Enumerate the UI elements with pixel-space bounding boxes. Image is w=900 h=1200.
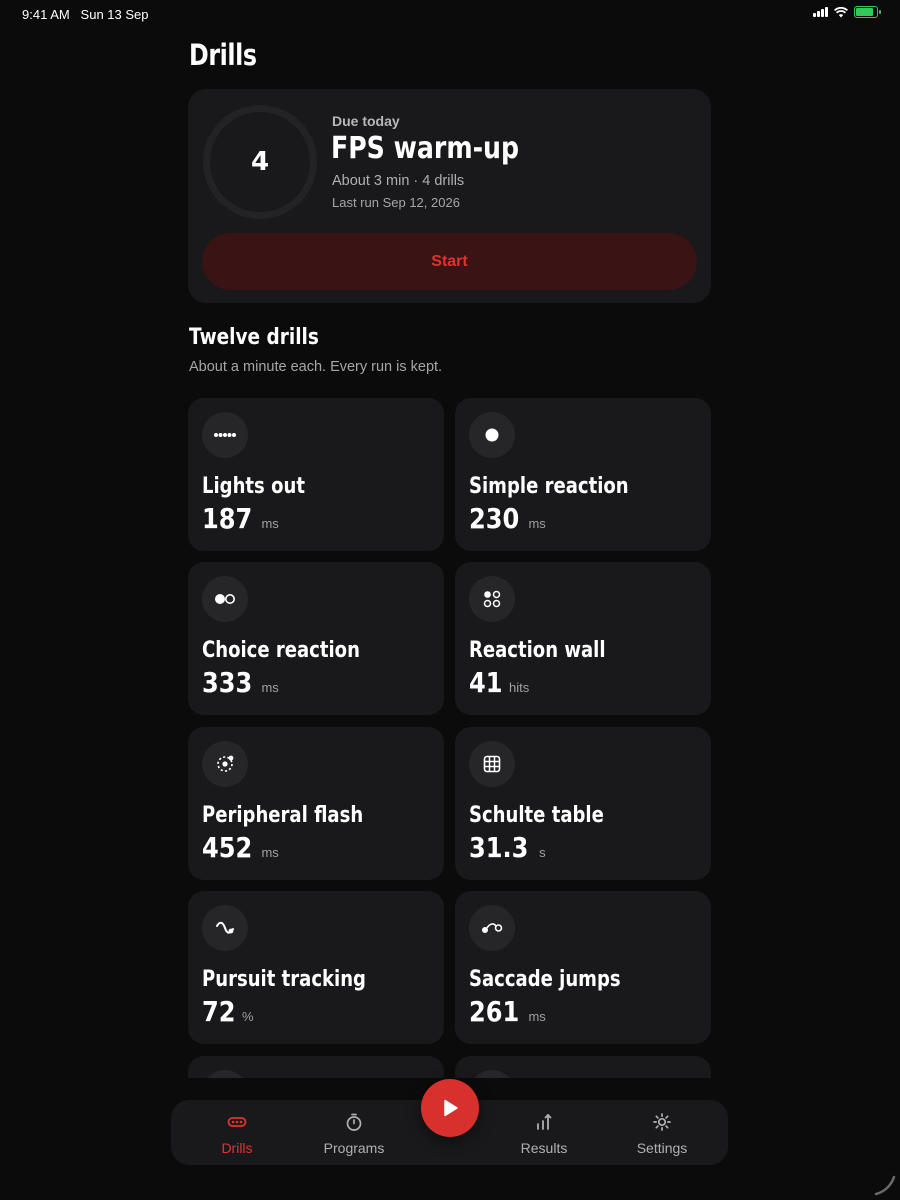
status-time: 9:41 AM Sun 13 Sep xyxy=(22,7,149,22)
drill-unit: s xyxy=(539,845,546,860)
drill-name: Saccade jumps xyxy=(469,967,621,992)
drill-name: Schulte table xyxy=(469,803,604,828)
drill-icon-partial xyxy=(202,1070,248,1078)
drill-card-simple-reaction[interactable]: Simple reaction 230 ms xyxy=(455,398,711,551)
drill-unit: ms xyxy=(261,680,279,695)
peripheral-icon xyxy=(202,741,248,787)
drill-value: 230 xyxy=(469,502,520,535)
drill-name: Lights out xyxy=(202,474,305,499)
play-icon xyxy=(444,1099,458,1117)
drill-unit: ms xyxy=(261,516,279,531)
due-progress-ring: 4 xyxy=(203,105,317,219)
battery-charging-icon xyxy=(854,6,881,18)
drill-name: Simple reaction xyxy=(469,474,629,499)
wave-icon xyxy=(202,905,248,951)
tab-label: Drills xyxy=(221,1140,253,1156)
stopwatch-icon xyxy=(346,1113,362,1131)
drill-value: 187 xyxy=(202,502,253,535)
drill-value: 333 xyxy=(202,666,253,699)
drill-stat: 72 % xyxy=(202,995,254,1028)
drill-stat: 31.3 s xyxy=(469,831,546,864)
drill-unit: hits xyxy=(508,680,530,695)
four-dots-icon xyxy=(469,576,515,622)
due-meta: About 3 min · 4 drills xyxy=(332,173,465,189)
signal-icon xyxy=(813,7,828,17)
play-button[interactable] xyxy=(421,1079,479,1137)
tab-drills[interactable]: Drills xyxy=(182,1100,292,1165)
drill-stat: 452 ms xyxy=(202,831,279,864)
drill-value: 31.3 xyxy=(469,831,529,864)
drill-card-schulte-table[interactable]: Schulte table 31.3 s xyxy=(455,727,711,880)
drill-stat: 333 ms xyxy=(202,666,279,699)
scroll-corner-indicator xyxy=(874,1175,896,1196)
drill-unit: ms xyxy=(261,845,279,860)
drill-name: Reaction wall xyxy=(469,638,606,663)
drill-unit: ms xyxy=(528,1009,546,1024)
drill-card-choice-reaction[interactable]: Choice reaction 333 ms xyxy=(188,562,444,715)
drill-unit: % xyxy=(241,1009,254,1024)
due-program-title: FPS warm-up xyxy=(331,131,520,166)
drill-card-partial[interactable] xyxy=(455,1056,711,1078)
drill-card-partial[interactable] xyxy=(188,1056,444,1078)
tab-label: Programs xyxy=(323,1140,385,1156)
section-subtitle: About a minute each. Every run is kept. xyxy=(189,359,443,375)
drill-card-peripheral-flash[interactable]: Peripheral flash 452 ms xyxy=(188,727,444,880)
tab-results[interactable]: Results xyxy=(489,1100,599,1165)
drill-stat: 261 ms xyxy=(469,995,546,1028)
grid-icon xyxy=(469,741,515,787)
drill-grid[interactable]: Lights out 187 ms Simple reaction 230 ms… xyxy=(188,398,712,1078)
tab-programs[interactable]: Programs xyxy=(299,1100,409,1165)
status-bar: 9:41 AM Sun 13 Sep xyxy=(0,0,900,30)
drill-name: Peripheral flash xyxy=(202,803,364,828)
due-drill-count: 4 xyxy=(250,147,270,177)
drill-value: 452 xyxy=(202,831,253,864)
tab-settings[interactable]: Settings xyxy=(607,1100,717,1165)
drill-icon-partial xyxy=(469,1070,515,1078)
dot-icon xyxy=(469,412,515,458)
drill-value: 261 xyxy=(469,995,520,1028)
drill-unit: ms xyxy=(528,516,546,531)
drill-card-lights-out[interactable]: Lights out 187 ms xyxy=(188,398,444,551)
two-dots-icon xyxy=(202,576,248,622)
drill-stat: 187 ms xyxy=(202,502,279,535)
lights-row-icon xyxy=(202,412,248,458)
tab-label: Settings xyxy=(636,1140,688,1156)
drill-name: Choice reaction xyxy=(202,638,360,663)
due-today-card[interactable]: 4 Due today FPS warm-up About 3 min · 4 … xyxy=(188,89,711,303)
drills-icon xyxy=(227,1117,247,1127)
status-icons xyxy=(813,6,881,18)
drill-value: 41 xyxy=(469,666,503,699)
page-title: Drills xyxy=(189,38,257,72)
due-last-run: Last run Sep 12, 2026 xyxy=(332,195,460,210)
drill-card-pursuit-tracking[interactable]: Pursuit tracking 72 % xyxy=(188,891,444,1044)
drill-card-reaction-wall[interactable]: Reaction wall 41 hits xyxy=(455,562,711,715)
chart-up-icon xyxy=(537,1113,552,1130)
drill-name: Pursuit tracking xyxy=(202,967,366,992)
drill-card-saccade-jumps[interactable]: Saccade jumps 261 ms xyxy=(455,891,711,1044)
section-title: Twelve drills xyxy=(189,325,319,350)
tab-label: Results xyxy=(520,1140,568,1156)
gear-icon xyxy=(653,1113,671,1131)
due-label: Due today xyxy=(332,113,400,129)
wifi-icon xyxy=(834,6,848,17)
drill-stat: 41 hits xyxy=(469,666,529,699)
saccade-icon xyxy=(469,905,515,951)
start-button[interactable]: Start xyxy=(202,233,697,290)
drill-stat: 230 ms xyxy=(469,502,546,535)
drill-value: 72 xyxy=(202,995,236,1028)
